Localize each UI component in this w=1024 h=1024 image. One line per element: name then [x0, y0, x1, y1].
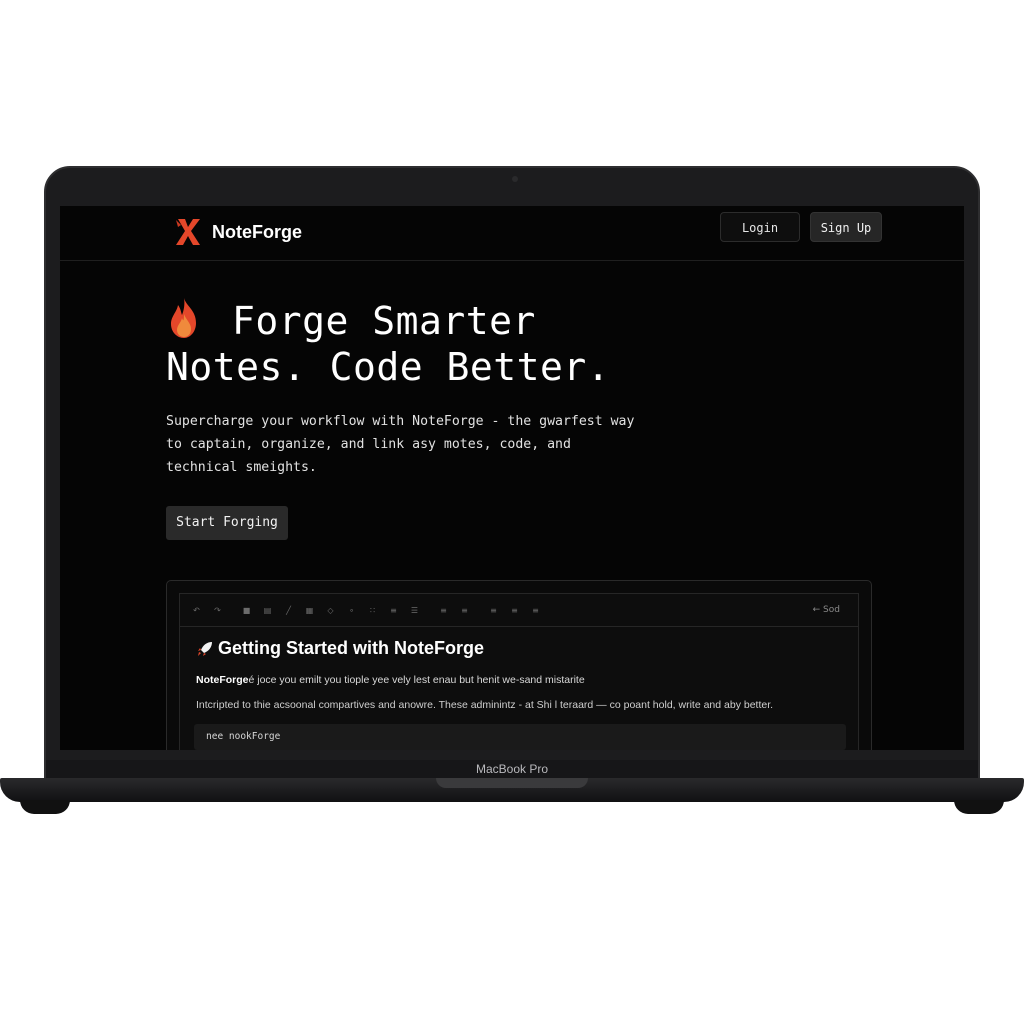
device-model-label: MacBook Pro: [475, 762, 549, 776]
heading-icon[interactable]: ▤: [263, 606, 272, 615]
doc-title: Getting Started with NoteForge: [196, 638, 484, 659]
bullet-list-icon[interactable]: ☰: [410, 606, 419, 615]
hero-subtitle: Supercharge your workflow with NoteForge…: [166, 414, 635, 475]
bold-icon[interactable]: ■: [242, 606, 251, 615]
align-right-icon[interactable]: ≡: [531, 606, 540, 615]
doc-paragraph-1-bold: NoteForge: [196, 674, 249, 686]
laptop-foot-left: [20, 800, 70, 814]
doc-paragraph-1-text: é joce you emilt you tiople yee vely les…: [248, 674, 585, 686]
rocket-icon: [196, 640, 214, 658]
code-icon[interactable]: ◇: [326, 606, 335, 615]
italic-icon[interactable]: ╱: [284, 606, 293, 615]
hero-title-line2: Notes. Code Better.: [166, 345, 611, 389]
editor-preview: ↶ ↷ ■ ▤ ╱ ▦ ◇ ∘ ∷ ≡ ☰ ≡ ≡ ≡ ≡ ≡ ← Sod Ge…: [166, 580, 872, 750]
editor-window: ↶ ↷ ■ ▤ ╱ ▦ ◇ ∘ ∷ ≡ ☰ ≡ ≡ ≡ ≡ ≡ ← Sod Ge…: [179, 593, 859, 750]
brand-name: NoteForge: [212, 221, 302, 242]
editor-toolbar: ↶ ↷ ■ ▤ ╱ ▦ ◇ ∘ ∷ ≡ ☰ ≡ ≡ ≡ ≡ ≡ ← Sod: [180, 594, 858, 627]
hero-title: Forge Smarter Notes. Code Better.: [166, 296, 610, 390]
start-forging-button[interactable]: Start Forging: [166, 506, 288, 540]
image-icon[interactable]: ∷: [368, 606, 377, 615]
link-icon[interactable]: ∘: [347, 606, 356, 615]
align-center-icon[interactable]: ≡: [510, 606, 519, 615]
align-left-icon[interactable]: ≡: [489, 606, 498, 615]
editor-toolbar-right-action[interactable]: ← Sod: [813, 594, 840, 626]
laptop-base: [0, 778, 1024, 802]
checklist-icon[interactable]: ≡: [460, 606, 469, 615]
brand-logo[interactable]: NoteForge: [172, 216, 302, 248]
laptop-mockup: NoteForge Login Sign Up Forge Smarter No…: [0, 0, 1024, 1024]
hero-title-line1: Forge Smarter: [232, 299, 536, 343]
code-block: nee nookForge: [194, 724, 846, 750]
signup-button[interactable]: Sign Up: [810, 212, 882, 242]
undo-icon[interactable]: ↶: [192, 606, 201, 615]
laptop-foot-right: [954, 800, 1004, 814]
camera-icon: [512, 176, 518, 182]
noteforge-x-logo-icon: [172, 216, 204, 248]
doc-title-text: Getting Started with NoteForge: [218, 638, 485, 658]
lid-notch: [436, 778, 588, 788]
login-button[interactable]: Login: [720, 212, 800, 242]
redo-icon[interactable]: ↷: [213, 606, 222, 615]
laptop-screen: NoteForge Login Sign Up Forge Smarter No…: [60, 206, 964, 750]
numbered-list-icon[interactable]: ≡: [439, 606, 448, 615]
table-icon[interactable]: ▦: [305, 606, 314, 615]
doc-paragraph-2: Intcripted to thie acsoonal compartives …: [196, 699, 774, 711]
top-nav: NoteForge Login Sign Up: [60, 206, 964, 261]
quote-icon[interactable]: ≡: [389, 606, 398, 615]
laptop-lid: NoteForge Login Sign Up Forge Smarter No…: [44, 166, 980, 782]
flame-icon: [166, 296, 202, 340]
doc-paragraph-1: NoteForgeé joce you emilt you tiople yee…: [196, 674, 585, 686]
